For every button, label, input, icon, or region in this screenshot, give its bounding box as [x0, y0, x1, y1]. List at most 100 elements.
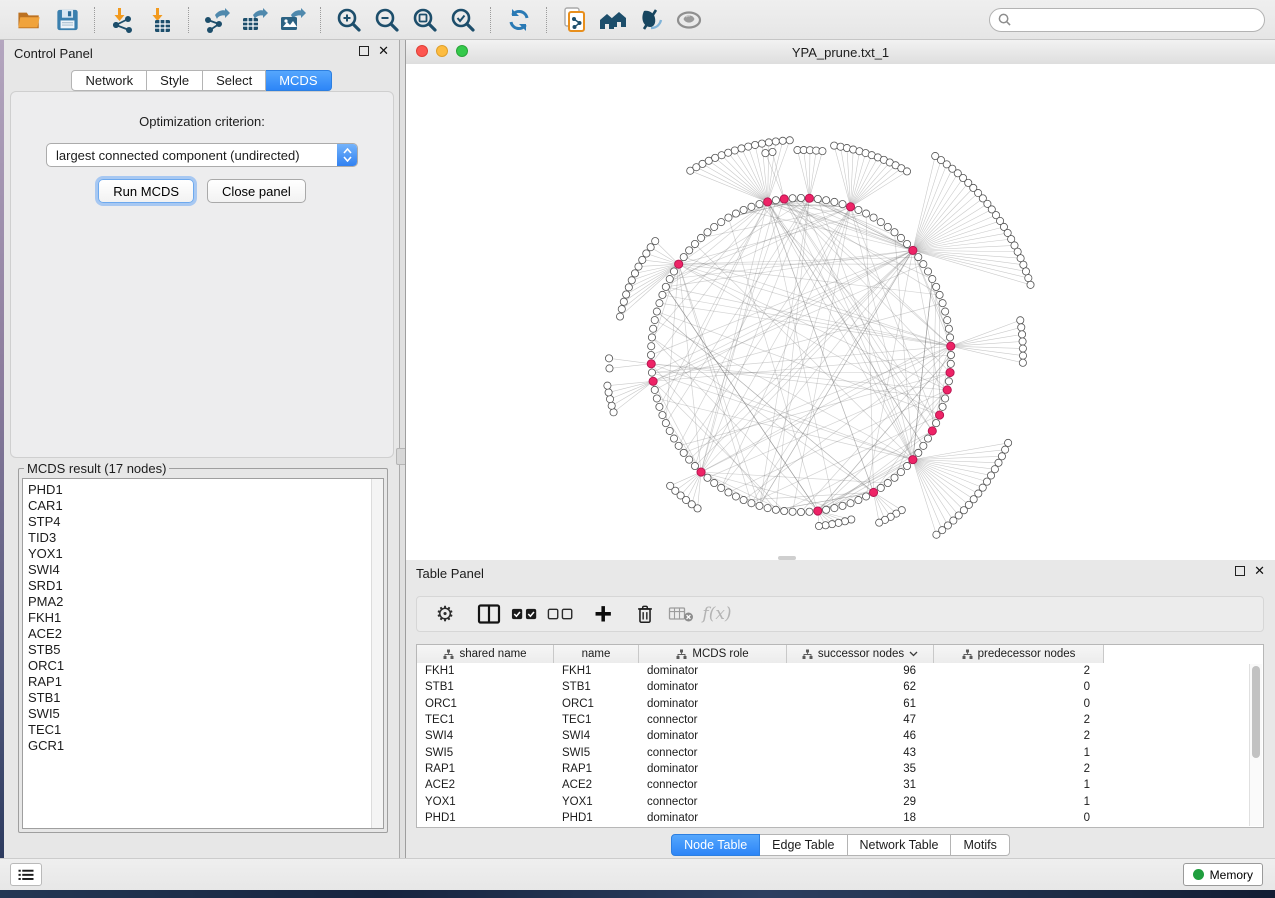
tab-edge-table[interactable]: Edge Table	[760, 834, 847, 856]
table-cell[interactable]: TEC1	[417, 714, 554, 726]
close-panel-icon[interactable]: ✕	[378, 46, 389, 56]
table-row[interactable]: SWI5SWI5connector431	[417, 744, 1263, 760]
show-graphics-details-icon[interactable]	[672, 5, 706, 35]
list-item[interactable]: FKH1	[28, 610, 383, 626]
list-item[interactable]: RAP1	[28, 674, 383, 690]
table-cell[interactable]: 62	[787, 681, 934, 693]
table-cell[interactable]: 43	[787, 747, 934, 759]
memory-button[interactable]: Memory	[1183, 863, 1263, 886]
list-item[interactable]: PHD1	[28, 482, 383, 498]
table-cell[interactable]: SWI4	[554, 730, 639, 742]
table-cell[interactable]: connector	[639, 714, 787, 726]
tab-style[interactable]: Style	[147, 70, 203, 91]
table-cell[interactable]: PHD1	[554, 812, 639, 824]
table-cell[interactable]: STB1	[417, 681, 554, 693]
criterion-select[interactable]: largest connected component (undirected)	[46, 143, 358, 167]
export-image-icon[interactable]	[276, 5, 310, 35]
table-cell[interactable]: YOX1	[554, 796, 639, 808]
table-cell[interactable]: 35	[787, 763, 934, 775]
export-table-icon[interactable]	[238, 5, 272, 35]
table-cell[interactable]: ACE2	[417, 779, 554, 791]
scrollbar-thumb[interactable]	[1252, 666, 1260, 758]
close-panel-button[interactable]: Close panel	[207, 179, 306, 203]
share-network-icon[interactable]	[558, 5, 592, 35]
table-cell[interactable]: 0	[934, 812, 1104, 824]
table-row[interactable]: STB1STB1dominator620	[417, 679, 1263, 695]
zoom-out-icon[interactable]	[370, 5, 404, 35]
deselect-all-rows-icon[interactable]	[545, 600, 577, 628]
search-field[interactable]	[989, 8, 1265, 32]
tab-mcds[interactable]: MCDS	[266, 70, 331, 91]
list-item[interactable]: GCR1	[28, 738, 383, 754]
table-cell[interactable]: PHD1	[417, 812, 554, 824]
table-row[interactable]: SWI4SWI4dominator462	[417, 728, 1263, 744]
network-overview-icon[interactable]	[596, 5, 630, 35]
table-cell[interactable]: dominator	[639, 763, 787, 775]
list-item[interactable]: TID3	[28, 530, 383, 546]
export-network-icon[interactable]	[200, 5, 234, 35]
list-item[interactable]: STP4	[28, 514, 383, 530]
import-network-icon[interactable]	[106, 5, 140, 35]
list-item[interactable]: ACE2	[28, 626, 383, 642]
network-nodes[interactable]	[604, 137, 1034, 539]
add-column-icon[interactable]	[587, 600, 619, 628]
table-cell[interactable]: SWI5	[554, 747, 639, 759]
table-row[interactable]: FKH1FKH1dominator962	[417, 663, 1263, 679]
table-cell[interactable]: 46	[787, 730, 934, 742]
table-cell[interactable]: RAP1	[417, 763, 554, 775]
list-item[interactable]: YOX1	[28, 546, 383, 562]
table-cell[interactable]: ACE2	[554, 779, 639, 791]
table-row[interactable]: RAP1RAP1dominator352	[417, 761, 1263, 777]
table-cell[interactable]: FKH1	[554, 665, 639, 677]
table-cell[interactable]: 2	[934, 665, 1104, 677]
table-mode-gear-icon[interactable]: ⚙	[429, 600, 461, 628]
table-cell[interactable]: 1	[934, 796, 1104, 808]
zoom-selected-icon[interactable]	[446, 5, 480, 35]
column-header-shared-name[interactable]: shared name	[417, 645, 554, 663]
list-item[interactable]: SWI4	[28, 562, 383, 578]
table-cell[interactable]: 1	[934, 747, 1104, 759]
column-header-mcds-role[interactable]: MCDS role	[639, 645, 787, 663]
table-cell[interactable]: 61	[787, 698, 934, 710]
mcds-result-list[interactable]: PHD1CAR1STP4TID3YOX1SWI4SRD1PMA2FKH1ACE2…	[22, 478, 384, 829]
save-session-icon[interactable]	[50, 5, 84, 35]
tab-network-table[interactable]: Network Table	[848, 834, 952, 856]
table-cell[interactable]: dominator	[639, 665, 787, 677]
list-item[interactable]: CAR1	[28, 498, 383, 514]
tab-node-table[interactable]: Node Table	[671, 834, 760, 856]
table-cell[interactable]: 29	[787, 796, 934, 808]
table-cell[interactable]: 2	[934, 763, 1104, 775]
tab-select[interactable]: Select	[203, 70, 266, 91]
network-graph[interactable]	[406, 64, 1275, 558]
hide-graphics-details-icon[interactable]	[634, 5, 668, 35]
table-cell[interactable]: 31	[787, 779, 934, 791]
column-header-name[interactable]: name	[554, 645, 639, 663]
table-cell[interactable]: 47	[787, 714, 934, 726]
table-cell[interactable]: 2	[934, 714, 1104, 726]
float-window-icon[interactable]	[359, 46, 369, 56]
table-cell[interactable]: connector	[639, 747, 787, 759]
table-cell[interactable]: 96	[787, 665, 934, 677]
table-cell[interactable]: SWI4	[417, 730, 554, 742]
table-cell[interactable]: ORC1	[417, 698, 554, 710]
table-cell[interactable]: dominator	[639, 698, 787, 710]
list-item[interactable]: STB1	[28, 690, 383, 706]
table-cell[interactable]: 1	[934, 779, 1104, 791]
column-header-successor-nodes[interactable]: successor nodes	[787, 645, 934, 663]
window-zoom-icon[interactable]	[456, 45, 468, 57]
table-cell[interactable]: connector	[639, 779, 787, 791]
list-item[interactable]: ORC1	[28, 658, 383, 674]
list-item[interactable]: SWI5	[28, 706, 383, 722]
delete-table-icon[interactable]	[665, 600, 697, 628]
run-mcds-button[interactable]: Run MCDS	[98, 179, 194, 203]
table-cell[interactable]: RAP1	[554, 763, 639, 775]
table-cell[interactable]: YOX1	[417, 796, 554, 808]
open-session-icon[interactable]	[12, 5, 46, 35]
table-cell[interactable]: 0	[934, 698, 1104, 710]
table-cell[interactable]: TEC1	[554, 714, 639, 726]
table-cell[interactable]: 18	[787, 812, 934, 824]
column-header-predecessor-nodes[interactable]: predecessor nodes	[934, 645, 1104, 663]
refresh-icon[interactable]	[502, 5, 536, 35]
delete-columns-icon[interactable]	[629, 600, 661, 628]
tab-motifs[interactable]: Motifs	[951, 834, 1009, 856]
